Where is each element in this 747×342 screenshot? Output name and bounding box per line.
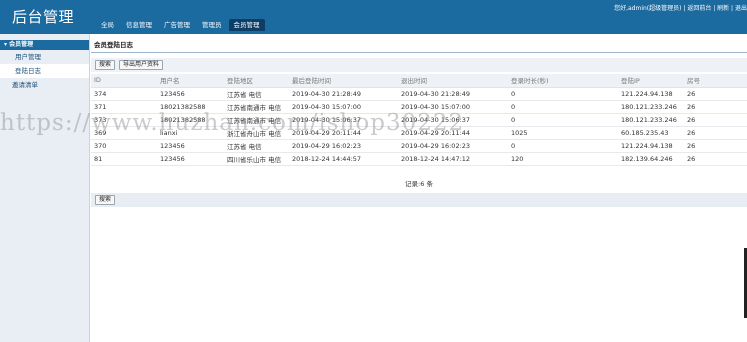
table-cell: 2019-04-29 20:11:44: [289, 126, 398, 140]
column-header[interactable]: 房号: [684, 74, 747, 88]
table-cell: 26: [684, 113, 747, 127]
table-cell: 浙江省舟山市 电信: [224, 126, 289, 140]
table-cell: 26: [684, 126, 747, 140]
sidebar: ▾ 会员管理 用户管理 登陆日志 邀请清单: [0, 34, 90, 342]
column-header[interactable]: ID: [91, 74, 157, 88]
table-header-row: ID 用户名 登陆地区 最后登陆时间 退出时间 登录时长(秒) 登陆IP 房号: [91, 74, 747, 88]
table-cell: 2018-12-24 14:47:12: [398, 152, 508, 166]
table-row[interactable]: 373 18021382588 江苏省南通市 电信 2019-04-30 15:…: [91, 113, 747, 127]
nav-tab-admins[interactable]: 管理员: [197, 19, 227, 31]
record-count: 记录:6 条: [405, 180, 433, 188]
table-cell: 60.185.235.43: [618, 126, 684, 140]
nav-tab-info[interactable]: 信息管理: [121, 19, 157, 31]
table-cell: 江苏省 电信: [224, 87, 289, 101]
table-cell: 1025: [508, 126, 618, 140]
table-cell: 373: [91, 113, 157, 127]
table-row[interactable]: 371 18021382588 江苏省南通市 电信 2019-04-30 15:…: [91, 100, 747, 114]
table-cell: 123456: [157, 87, 224, 101]
table-cell: 121.224.94.138: [618, 139, 684, 153]
table-cell: 2019-04-29 20:11:44: [398, 126, 508, 140]
table-cell: 26: [684, 100, 747, 114]
toolbar: 搜索 导出用户资料: [91, 58, 747, 72]
table-cell: 371: [91, 100, 157, 114]
nav-tab-ads[interactable]: 广告管理: [159, 19, 195, 31]
search-button[interactable]: 搜索: [95, 60, 116, 70]
table-cell: 18021382588: [157, 100, 224, 114]
table-cell: 四川省乐山市 电信: [224, 152, 289, 166]
table-cell: 2019-04-30 15:07:00: [398, 100, 508, 114]
nav-tab-global[interactable]: 全局: [96, 19, 119, 31]
top-header: 后台管理 全局 信息管理 广告管理 管理员 会员管理 您好,admin(超级管理…: [0, 0, 747, 34]
sidebar-section-header[interactable]: ▾ 会员管理: [0, 40, 89, 50]
login-log-table: ID 用户名 登陆地区 最后登陆时间 退出时间 登录时长(秒) 登陆IP 房号 …: [91, 74, 747, 166]
table-cell: 2019-04-30 21:28:49: [289, 87, 398, 101]
table-cell: lianxi: [157, 126, 224, 140]
bottom-search-button[interactable]: 搜索: [95, 195, 116, 205]
table-cell: 2019-04-30 15:06:37: [289, 113, 398, 127]
table-cell: 182.139.64.246: [618, 152, 684, 166]
table-cell: 180.121.233.246: [618, 113, 684, 127]
table-cell: 2019-04-30 15:06:37: [398, 113, 508, 127]
table-cell: 2019-04-30 15:07:00: [289, 100, 398, 114]
table-cell: 120: [508, 152, 618, 166]
main-nav: 全局 信息管理 广告管理 管理员 会员管理: [96, 19, 267, 31]
table-cell: 180.121.233.246: [618, 100, 684, 114]
table-cell: 江苏省 电信: [224, 139, 289, 153]
table-cell: 26: [684, 152, 747, 166]
table-cell: 0: [508, 87, 618, 101]
table-cell: 2019-04-29 16:02:23: [289, 139, 398, 153]
bottom-toolbar: 搜索: [91, 193, 747, 207]
user-links[interactable]: 您好,admin(超级管理员) | 返回前台 | 刷新 | 退出: [614, 3, 747, 12]
table-cell: 123456: [157, 139, 224, 153]
column-header[interactable]: 登陆IP: [618, 74, 684, 88]
column-header[interactable]: 最后登陆时间: [289, 74, 398, 88]
page-title: 会员登陆日志: [91, 39, 747, 53]
column-header[interactable]: 登录时长(秒): [508, 74, 618, 88]
sidebar-item-invite-list[interactable]: 邀请清单: [0, 78, 89, 92]
table-cell: 26: [684, 139, 747, 153]
sidebar-item-login-log[interactable]: 登陆日志: [0, 64, 89, 78]
column-header[interactable]: 用户名: [157, 74, 224, 88]
table-cell: 369: [91, 126, 157, 140]
column-header[interactable]: 登陆地区: [224, 74, 289, 88]
app-brand: 后台管理: [12, 8, 75, 26]
table-cell: 2019-04-30 21:28:49: [398, 87, 508, 101]
table-cell: 374: [91, 87, 157, 101]
table-cell: 81: [91, 152, 157, 166]
column-header[interactable]: 退出时间: [398, 74, 508, 88]
export-users-button[interactable]: 导出用户资料: [119, 60, 164, 70]
table-row[interactable]: 370 123456 江苏省 电信 2019-04-29 16:02:23 20…: [91, 139, 747, 153]
main-content: 会员登陆日志 搜索 导出用户资料 ID 用户名 登陆地区 最后登陆时间 退出时间…: [91, 34, 747, 342]
table-cell: 18021382588: [157, 113, 224, 127]
table-cell: 0: [508, 139, 618, 153]
table-cell: 2018-12-24 14:44:57: [289, 152, 398, 166]
table-row[interactable]: 374 123456 江苏省 电信 2019-04-30 21:28:49 20…: [91, 87, 747, 101]
table-row[interactable]: 369 lianxi 浙江省舟山市 电信 2019-04-29 20:11:44…: [91, 126, 747, 140]
table-cell: 江苏省南通市 电信: [224, 100, 289, 114]
table-cell: 370: [91, 139, 157, 153]
table-cell: 0: [508, 113, 618, 127]
table-cell: 江苏省南通市 电信: [224, 113, 289, 127]
table-cell: 26: [684, 87, 747, 101]
table-cell: 0: [508, 100, 618, 114]
table-cell: 2019-04-29 16:02:23: [398, 139, 508, 153]
table-row[interactable]: 81 123456 四川省乐山市 电信 2018-12-24 14:44:57 …: [91, 152, 747, 166]
sidebar-item-user-management[interactable]: 用户管理: [0, 50, 89, 64]
sidebar-section-title: 会员管理: [9, 41, 34, 48]
nav-tab-members[interactable]: 会员管理: [228, 19, 265, 31]
table-cell: 121.224.94.138: [618, 87, 684, 101]
table-cell: 123456: [157, 152, 224, 166]
